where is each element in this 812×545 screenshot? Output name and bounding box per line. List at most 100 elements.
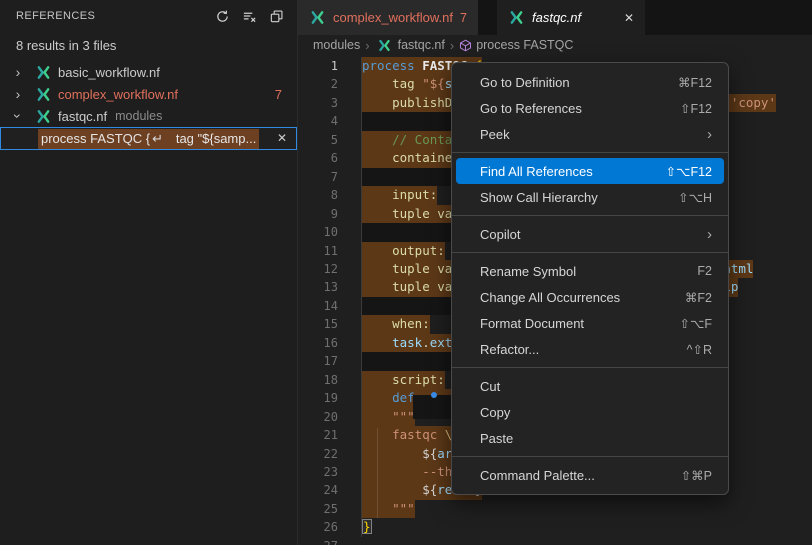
menu-item-shortcut: ^⇧R [687,342,712,357]
menu-item-label: Refactor... [480,342,539,357]
line-number: 4 [298,112,338,130]
menu-item-label: Change All Occurrences [480,290,620,305]
file-folder-desc: modules [115,109,162,123]
menu-item-refactor[interactable]: Refactor... ^⇧R [456,336,724,362]
line-number: 2 [298,75,338,93]
file-name: complex_workflow.nf [58,87,178,102]
dismiss-result-icon[interactable]: ✕ [277,131,287,145]
line-content: } [362,518,372,536]
line-number: 14 [298,297,338,315]
clear-all-icon[interactable] [240,7,258,25]
nextflow-icon [35,65,52,80]
close-tab-icon[interactable]: ✕ [624,11,634,25]
reference-range-highlight: """ [362,408,415,426]
breadcrumb-separator: › [364,38,370,53]
editor-context-menu: Go to Definition ⌘F12 Go to References ⇧F12… [451,62,729,495]
reference-result-selected[interactable]: process FASTQC {↵ tag "${samp... ✕ [0,127,297,150]
menu-item-peek[interactable]: Peek› [456,121,724,147]
line-content: when: [362,315,430,333]
menu-item-shortcut: ⇧F12 [680,101,712,116]
line-number: 12 [298,260,338,278]
breadcrumb-file[interactable]: fastqc.nf [398,38,445,52]
line-number: 25 [298,500,338,518]
submenu-arrow-icon: › [707,126,712,143]
nextflow-icon [377,39,392,52]
menu-item-cut[interactable]: Cut [456,373,724,399]
sidebar-item-basic-workflow[interactable]: › basic_workflow.nf [0,61,297,83]
line-number: 27 [298,537,338,545]
line-number: 13 [298,278,338,296]
menu-item-paste[interactable]: Paste [456,425,724,451]
code-line[interactable]: 25 """ [298,500,812,518]
menu-item-copy[interactable]: Copy [456,399,724,425]
line-number: 26 [298,518,338,536]
line-number: 6 [298,149,338,167]
line-content: """ [362,408,415,426]
file-name: fastqc.nf [58,109,107,124]
breadcrumb-folder[interactable]: modules [313,38,360,52]
breadcrumb-symbol[interactable]: process FASTQC [476,38,573,52]
line-content: output: [362,242,445,260]
symbol-namespace-icon [459,39,472,52]
line-content: script: [362,371,445,389]
menu-item-rename-symbol[interactable]: Rename SymbolF2 [456,258,724,284]
menu-item-label: Cut [480,379,500,394]
line-number: 5 [298,131,338,149]
menu-separator [452,252,728,253]
menu-item-go-to-references[interactable]: Go to References ⇧F12 [456,95,724,121]
reference-range-highlight: output: [362,242,445,260]
menu-item-label: Show Call Hierarchy [480,190,598,205]
collapse-all-icon[interactable] [267,7,285,25]
chevron-right-icon[interactable]: › [9,64,27,80]
line-number: 11 [298,242,338,260]
line-number: 8 [298,186,338,204]
chevron-right-icon[interactable]: › [9,86,27,102]
tab-complex-workflow[interactable]: complex_workflow.nf 7 [298,0,478,35]
sidebar-item-fastqc[interactable]: › fastqc.nf modules [0,105,297,127]
menu-item-shortcut: ⇧⌥F [679,316,712,331]
menu-item-label: Command Palette... [480,468,595,483]
references-panel: REFERENCES [0,0,298,545]
menu-item-find-all-references[interactable]: Find All References⇧⌥F12 [456,158,724,184]
menu-item-show-call-hierarchy[interactable]: Show Call Hierarchy ⇧⌥H [456,184,724,210]
line-number: 7 [298,168,338,186]
menu-item-format-document[interactable]: Format Document⇧⌥F [456,310,724,336]
menu-item-shortcut: F2 [697,264,712,278]
reference-range-highlight: when: [362,315,430,333]
menu-item-change-all-occurrences[interactable]: Change All Occurrences⌘F2 [456,284,724,310]
line-number: 16 [298,334,338,352]
line-number: 1 [298,57,338,75]
vscode-window: REFERENCES [0,0,812,545]
sidebar-item-complex-workflow[interactable]: › complex_workflow.nf 7 [0,83,297,105]
tab-fastqc-active[interactable]: fastqc.nf ✕ [497,0,645,35]
line-number: 20 [298,408,338,426]
line-content: fastqc \ [362,426,452,444]
chevron-down-icon[interactable]: › [10,107,26,125]
menu-item-shortcut: ⇧⌥H [678,190,712,205]
menu-item-label: Go to Definition [480,75,570,90]
reference-range-highlight: input: [362,186,437,204]
refresh-icon[interactable] [213,7,231,25]
inline-widget-artifact [413,395,455,419]
menu-item-shortcut: ⇧⌘P [681,468,712,483]
menu-item-shortcut: ⌘F12 [678,75,712,90]
nextflow-icon [508,10,525,25]
code-line[interactable]: 26} [298,518,812,536]
line-number: 3 [298,94,338,112]
tab-label: fastqc.nf [532,10,581,25]
nextflow-icon [35,109,52,124]
menu-item-go-to-definition[interactable]: Go to Definition ⌘F12 [456,69,724,95]
result-snippet: process FASTQC {↵ tag "${samp... [38,129,259,149]
references-panel-header: REFERENCES [0,0,297,32]
menu-item-label: Go to References [480,101,582,116]
code-line[interactable]: 27 [298,537,812,545]
reference-range-highlight: fastqc \ [362,426,452,444]
tab-problem-badge: 7 [460,11,467,25]
line-number: 9 [298,205,338,223]
menu-item-copilot[interactable]: Copilot› [456,221,724,247]
line-number: 22 [298,445,338,463]
return-symbol: ↵ [150,131,165,146]
tab-separator [478,0,497,35]
line-number: 17 [298,352,338,370]
menu-item-command-palette[interactable]: Command Palette... ⇧⌘P [456,462,724,488]
